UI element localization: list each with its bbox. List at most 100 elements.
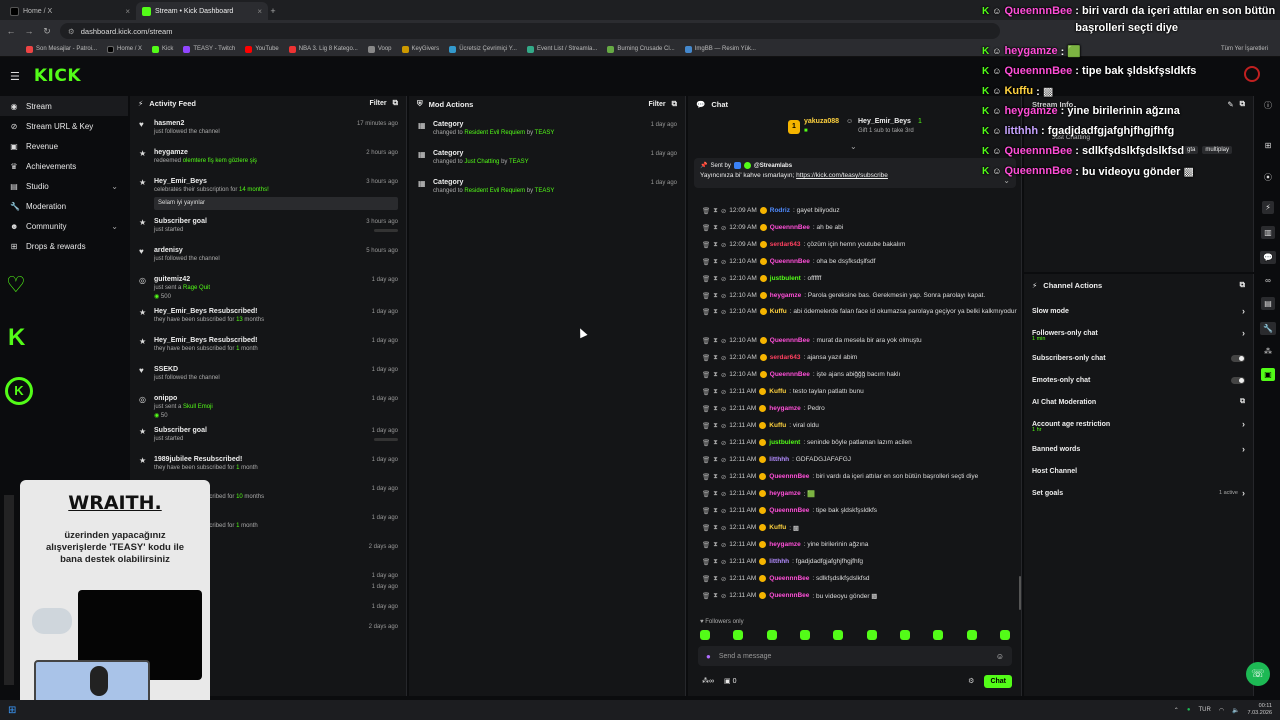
delete-icon[interactable]: 🗑 [702, 558, 710, 566]
sidebar-item-community[interactable]: ☻ Community ⌄ [0, 216, 128, 236]
chat-username[interactable]: QueennnBee [770, 337, 810, 344]
channel-action-item[interactable]: Banned words › [1024, 438, 1253, 460]
ban-icon[interactable]: ⊘ [721, 507, 726, 515]
timeout-icon[interactable]: ⧗ [713, 439, 718, 447]
chat-username[interactable]: heygamze [769, 541, 800, 548]
points-icon[interactable]: ⁂∞ [702, 677, 714, 685]
chat-message[interactable]: 🗑 ⧗ ⊘ 12:10 AM Kuffu: abi ödemelerde falan f… [688, 304, 1018, 332]
ban-icon[interactable]: ⊘ [721, 292, 726, 300]
bookmark-item[interactable]: NBA 3. Lig 8 Katego... [288, 45, 358, 53]
chat-message[interactable]: 🗑 ⧗ ⊘ 12:11 AM heygamze: 🟩 [688, 485, 1018, 502]
timeout-icon[interactable]: ⧗ [713, 241, 718, 249]
timeout-icon[interactable]: ⧗ [713, 456, 718, 464]
lightning-tool-icon[interactable]: ⚡ [1262, 201, 1274, 214]
activity-item[interactable]: ★ Hey_Emir_Beys celebrates their subscript… [130, 175, 406, 213]
chat-username[interactable]: Kuffu [769, 524, 786, 531]
sidebar-item-moderation[interactable]: 🔧 Moderation [0, 196, 128, 216]
chat-message[interactable]: 🗑 ⧗ ⊘ 12:10 AM QueennnBee: işte ajans abiğğğ… [688, 366, 1018, 383]
language-indicator[interactable]: TUR [1198, 707, 1210, 713]
chevron-up-icon[interactable]: ⌃ [1174, 707, 1179, 714]
toggle-switch[interactable] [1231, 376, 1245, 384]
delete-icon[interactable]: 🗑 [702, 354, 710, 362]
channel-action-item[interactable]: Slow mode › [1024, 300, 1253, 322]
activity-item[interactable]: ◎ onippo just sent a Skull Emoji ◉ 50 1 day … [130, 392, 406, 424]
chat-message[interactable]: 🗑 ⧗ ⊘ 12:11 AM Kuffu: viral oldu [688, 417, 1018, 434]
timeout-icon[interactable]: ⧗ [713, 592, 718, 600]
sidebar-item-revenue[interactable]: ▣ Revenue [0, 136, 128, 156]
timeout-icon[interactable]: ⧗ [713, 207, 718, 215]
sidebar-item-drops-rewards[interactable]: ⊞ Drops & rewards [0, 236, 128, 256]
timeout-icon[interactable]: ⧗ [713, 558, 718, 566]
gift-target-name[interactable]: Hey_Emir_Beys [858, 118, 911, 125]
ban-icon[interactable]: ⊘ [721, 575, 726, 583]
forward-icon[interactable]: → [24, 26, 34, 36]
ban-icon[interactable]: ⊘ [721, 490, 726, 498]
chat-username[interactable]: heygamze [770, 292, 801, 299]
menu-icon[interactable]: ☰ [10, 70, 20, 83]
close-tab-icon[interactable]: × [125, 7, 130, 16]
timeout-icon[interactable]: ⧗ [713, 490, 718, 498]
ban-icon[interactable]: ⊘ [721, 558, 726, 566]
points-tool-icon[interactable]: ⁂ [1264, 347, 1272, 356]
timeout-icon[interactable]: ⧗ [713, 541, 718, 549]
delete-icon[interactable]: 🗑 [702, 292, 710, 300]
emote-icon[interactable] [799, 630, 810, 640]
ban-icon[interactable]: ⊘ [721, 473, 726, 481]
timeout-icon[interactable]: ⧗ [713, 388, 718, 396]
chat-message[interactable]: 🗑 ⧗ ⊘ 12:11 AM litthhh: GDFADGJAFAFGJ [688, 451, 1018, 468]
timeout-icon[interactable]: ⧗ [713, 405, 718, 413]
mod-action-item[interactable]: ▦ Category changed to Resident Evil Requie… [409, 176, 685, 199]
emote-icon[interactable] [700, 630, 710, 640]
chat-username[interactable]: Kuffu [770, 308, 787, 315]
activity-item[interactable]: ♥ hasmen2 just followed the channel 17 minu… [130, 117, 406, 140]
chat-username[interactable]: QueennnBee [770, 224, 810, 231]
chat-message[interactable]: 🗑 ⧗ ⊘ 12:11 AM QueennnBee: tipe bak şldskfşs… [688, 502, 1018, 519]
sidebar-item-stream[interactable]: ◉ Stream [0, 96, 128, 116]
delete-icon[interactable]: 🗑 [702, 575, 710, 583]
ban-icon[interactable]: ⊘ [721, 337, 726, 345]
emote-icon[interactable] [866, 630, 877, 640]
chat-username[interactable]: QueennnBee [769, 507, 809, 514]
chevron-down-icon[interactable]: ⌄ [850, 142, 857, 151]
timeout-icon[interactable]: ⧗ [713, 292, 718, 300]
delete-icon[interactable]: 🗑 [702, 241, 710, 249]
delete-icon[interactable]: 🗑 [702, 258, 710, 266]
emote-icon[interactable] [899, 630, 910, 640]
chat-username[interactable]: QueennnBee [769, 592, 809, 599]
bookmark-item[interactable]: Ücretsiz Çevrimiçi Y... [449, 45, 517, 53]
ban-icon[interactable]: ⊘ [721, 207, 726, 215]
activity-item[interactable]: ★ 1989jubilee Resubscribed! they have been… [130, 453, 406, 476]
clock[interactable]: 00:11 7.03.2026 [1248, 703, 1272, 717]
delete-icon[interactable]: 🗑 [702, 541, 710, 549]
chat-username[interactable]: QueennnBee [769, 575, 809, 582]
chat-username[interactable]: justbulent [770, 275, 801, 282]
chat-username[interactable]: Rodriz [770, 207, 790, 214]
ban-icon[interactable]: ⊘ [721, 258, 726, 266]
activity-item[interactable]: ◎ guitemiz42 just sent a Rage Quit ◉ 500 1 d… [130, 273, 406, 305]
ban-icon[interactable]: ⊘ [721, 388, 726, 396]
document-icon[interactable]: ▥ [1261, 226, 1275, 239]
chat-message[interactable]: 🗑 ⧗ ⊘ 12:09 AM Rodriz: gayet biliyoduz [688, 202, 1018, 219]
emote-icon[interactable] [999, 630, 1010, 640]
filter-button[interactable]: Filter [370, 100, 387, 107]
chat-message[interactable]: 🗑 ⧗ ⊘ 12:11 AM justbulent: seninde böyle pat… [688, 434, 1018, 451]
wifi-icon[interactable]: ◠ [1219, 707, 1224, 714]
timeout-icon[interactable]: ⧗ [713, 275, 718, 283]
tab-kick-dashboard[interactable]: Stream • Kick Dashboard × [136, 2, 268, 20]
bookmark-item[interactable]: Son Mesajlar - Patroi... [26, 45, 97, 53]
green-tool-icon[interactable]: ▣ [1261, 368, 1275, 381]
chat-message[interactable]: 🗑 ⧗ ⊘ 12:10 AM heygamze: Parola gereksine ba… [688, 287, 1018, 304]
wrench-tool-icon[interactable]: 🔧 [1260, 322, 1276, 335]
delete-icon[interactable]: 🗑 [702, 371, 710, 379]
bookmark-item[interactable]: TEASY - Twitch [183, 45, 235, 53]
chat-message[interactable]: 🗑 ⧗ ⊘ 12:11 AM Kuffu: testo taylan patlattı … [688, 383, 1018, 400]
chat-username[interactable]: serdar643 [770, 241, 801, 248]
delete-icon[interactable]: 🗑 [702, 592, 710, 600]
activity-item[interactable]: ★ Subscriber goal just started 1 day ago [130, 424, 406, 447]
ban-icon[interactable]: ⊘ [721, 592, 726, 600]
delete-icon[interactable]: 🗑 [702, 224, 710, 232]
chat-message[interactable]: 🗑 ⧗ ⊘ 12:11 AM QueennnBee: biri vardı da içe… [688, 468, 1018, 485]
chat-username[interactable]: Kuffu [769, 388, 786, 395]
kick-logo[interactable]: KICK [34, 66, 81, 86]
close-tab-icon[interactable]: × [257, 7, 262, 16]
